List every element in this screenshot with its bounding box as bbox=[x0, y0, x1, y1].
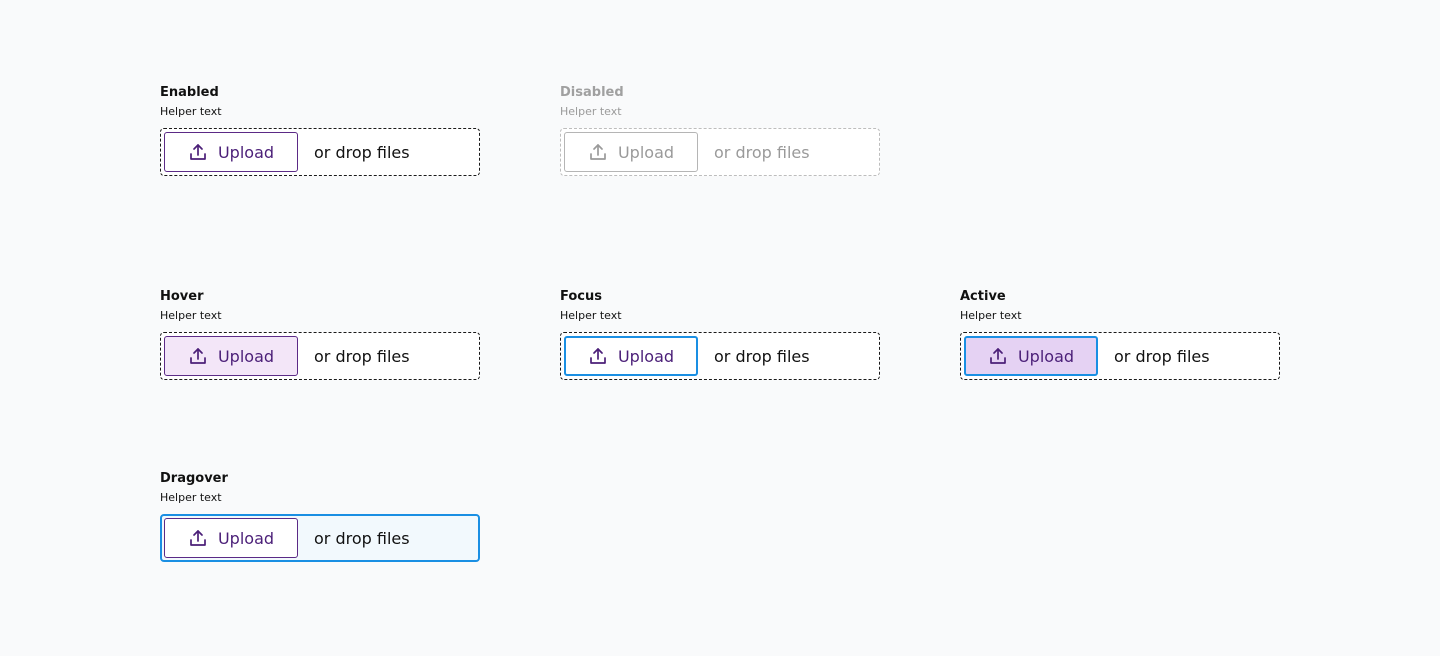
helper-text: Helper text bbox=[160, 491, 222, 504]
state-label-disabled: Disabled bbox=[560, 85, 624, 100]
drop-files-text: or drop files bbox=[314, 142, 410, 162]
file-uploader-active: Active Helper text Upload or drop files bbox=[960, 288, 1280, 380]
file-uploader-hover: Hover Helper text Upload or drop files bbox=[160, 288, 480, 380]
drop-zone[interactable]: Upload or drop files bbox=[160, 332, 480, 380]
upload-button[interactable]: Upload bbox=[164, 518, 298, 558]
upload-button: Upload bbox=[564, 132, 698, 172]
upload-button-label: Upload bbox=[617, 142, 675, 162]
drop-zone[interactable]: Upload or drop files bbox=[160, 514, 480, 562]
file-uploader-disabled: Disabled Helper text Upload or drop file… bbox=[560, 84, 880, 176]
drop-files-text: or drop files bbox=[314, 346, 410, 366]
drop-zone[interactable]: Upload or drop files bbox=[160, 128, 480, 176]
file-uploader-enabled: Enabled Helper text Upload or drop files bbox=[160, 84, 480, 176]
drop-files-text: or drop files bbox=[314, 528, 410, 548]
upload-button[interactable]: Upload bbox=[164, 132, 298, 172]
drop-zone[interactable]: Upload or drop files bbox=[960, 332, 1280, 380]
state-label-active: Active bbox=[960, 289, 1006, 304]
drop-files-text: or drop files bbox=[1114, 346, 1210, 366]
state-label-hover: Hover bbox=[160, 289, 204, 304]
upload-icon bbox=[188, 528, 208, 548]
drop-files-text: or drop files bbox=[714, 346, 810, 366]
upload-button-label: Upload bbox=[1017, 346, 1075, 366]
file-uploader-dragover: Dragover Helper text Upload or drop file… bbox=[160, 470, 480, 562]
upload-button[interactable]: Upload bbox=[164, 336, 298, 376]
helper-text: Helper text bbox=[160, 309, 222, 322]
file-uploader-focus: Focus Helper text Upload or drop files bbox=[560, 288, 880, 380]
upload-icon bbox=[988, 346, 1008, 366]
upload-button[interactable]: Upload bbox=[964, 336, 1098, 376]
helper-text: Helper text bbox=[960, 309, 1022, 322]
upload-button-label: Upload bbox=[217, 528, 275, 548]
upload-button-label: Upload bbox=[617, 346, 675, 366]
file-uploader-states-canvas: Enabled Helper text Upload or drop files… bbox=[0, 0, 1440, 656]
drop-zone[interactable]: Upload or drop files bbox=[560, 332, 880, 380]
drop-files-text: or drop files bbox=[714, 142, 810, 162]
upload-icon bbox=[188, 346, 208, 366]
state-label-dragover: Dragover bbox=[160, 471, 228, 486]
state-label-enabled: Enabled bbox=[160, 85, 219, 100]
upload-icon bbox=[588, 142, 608, 162]
upload-button[interactable]: Upload bbox=[564, 336, 698, 376]
upload-button-label: Upload bbox=[217, 142, 275, 162]
upload-icon bbox=[188, 142, 208, 162]
upload-icon bbox=[588, 346, 608, 366]
helper-text: Helper text bbox=[560, 105, 622, 118]
upload-button-label: Upload bbox=[217, 346, 275, 366]
drop-zone: Upload or drop files bbox=[560, 128, 880, 176]
helper-text: Helper text bbox=[160, 105, 222, 118]
state-label-focus: Focus bbox=[560, 289, 602, 304]
helper-text: Helper text bbox=[560, 309, 622, 322]
